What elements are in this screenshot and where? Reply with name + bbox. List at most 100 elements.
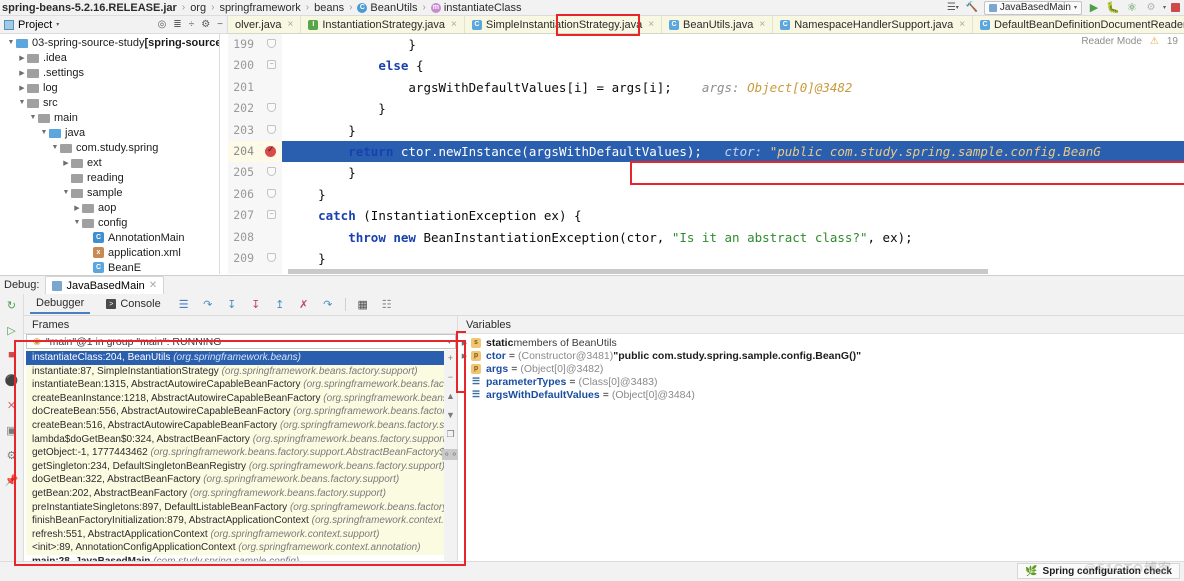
close-icon[interactable]: ×: [451, 19, 457, 30]
chevron-down-icon[interactable]: ▼: [61, 189, 71, 196]
gutter-marker[interactable]: [260, 119, 282, 141]
code-fold-icon[interactable]: [267, 124, 276, 134]
code-line-199[interactable]: 199 }: [228, 34, 1184, 56]
breakpoint-icon[interactable]: [265, 144, 276, 157]
tree-node-8[interactable]: ▶ ext: [0, 155, 219, 170]
chevron-down-icon[interactable]: ▼: [39, 129, 49, 136]
editor-tab-0[interactable]: olver.java ×: [228, 16, 302, 33]
up-icon[interactable]: ▲: [446, 391, 455, 401]
tab-debugger[interactable]: Debugger: [30, 295, 91, 314]
warning-icon[interactable]: ⚠: [1150, 36, 1159, 47]
variables-list[interactable]: ▶ s static members of BeanUtils ▶ p ctor = (Con…: [458, 334, 1184, 561]
breadcrumb-item-3[interactable]: beans: [314, 2, 344, 14]
variable-row-2[interactable]: p args = (Object[0]@3482): [458, 362, 1184, 375]
view-breakpoints-icon[interactable]: ▣: [5, 423, 19, 437]
frame-row-12[interactable]: finishBeanFactoryInitialization:879, Abs…: [26, 514, 456, 528]
split-icon[interactable]: ÷: [189, 19, 195, 30]
chevron-right-icon[interactable]: ▶: [17, 69, 27, 77]
code-editor[interactable]: Reader Mode ⚠ 19 199 } 200− else {201 arg…: [228, 34, 1184, 274]
code-line-201[interactable]: 201 argsWithDefaultValues[i] = args[i]; …: [228, 76, 1184, 99]
chevron-down-icon[interactable]: ▼: [6, 39, 16, 46]
frames-list[interactable]: instantiateClass:204, BeanUtils (org.spr…: [26, 350, 456, 561]
frame-row-13[interactable]: refresh:551, AbstractApplicationContext …: [26, 528, 456, 542]
chevron-right-icon[interactable]: ▶: [458, 339, 471, 347]
gutter-marker[interactable]: −: [260, 55, 282, 77]
code-fold-icon[interactable]: [267, 188, 276, 198]
variable-row-4[interactable]: ☰ argsWithDefaultValues = (Object[0]@3484): [458, 388, 1184, 401]
code-line-206[interactable]: 206 }: [228, 183, 1184, 206]
chevron-down-icon[interactable]: ▼: [17, 99, 27, 106]
chevron-down-icon[interactable]: ▾: [447, 338, 451, 346]
code-line-203[interactable]: 203 }: [228, 119, 1184, 141]
breadcrumb-item-2[interactable]: springframework: [219, 2, 300, 14]
project-tab[interactable]: Project ▾: [4, 19, 59, 31]
profile-icon[interactable]: ⚙: [1144, 1, 1158, 15]
tree-node-15[interactable]: C BeanE: [0, 260, 219, 274]
rerun-icon[interactable]: ↻: [5, 298, 19, 312]
debug-icon[interactable]: 🐛: [1106, 1, 1120, 15]
frame-row-4[interactable]: doCreateBean:556, AbstractAutowireCapabl…: [26, 405, 456, 419]
code-line-209[interactable]: 209 }: [228, 247, 1184, 270]
code-line-200[interactable]: 200− else {: [228, 55, 1184, 77]
show-execution-point-icon[interactable]: ☰: [177, 298, 191, 312]
code-line-204[interactable]: 204 return ctor.newInstance(argsWithDefa…: [228, 140, 1184, 163]
tree-node-5[interactable]: ▼ main: [0, 110, 219, 125]
frame-row-5[interactable]: createBean:516, AbstractAutowireCapableB…: [26, 419, 456, 433]
code-line-207[interactable]: 207− catch (InstantiationException ex) {: [228, 205, 1184, 227]
variable-row-3[interactable]: ☰ parameterTypes = (Class[0]@3483): [458, 375, 1184, 388]
gutter-marker[interactable]: [260, 183, 282, 206]
gutter-marker[interactable]: [260, 76, 282, 99]
coverage-icon[interactable]: ⚛: [1125, 1, 1139, 15]
code-line-205[interactable]: 205 }: [228, 162, 1184, 184]
glasses-icon[interactable]: ⚬⚬: [441, 449, 460, 460]
drop-frame-icon[interactable]: ✗: [297, 298, 311, 312]
editor-tab-5[interactable]: CDefaultBeanDefinitionDocumentReader.jav…: [973, 16, 1184, 33]
step-over-icon[interactable]: ↷: [201, 298, 215, 312]
close-icon[interactable]: ✕: [149, 280, 157, 291]
debug-session-toolbar[interactable]: ↻ ▷ ■ ⚫ ✕ ▣ ⚙ 📌: [0, 294, 24, 581]
pause-icon[interactable]: ■: [5, 348, 19, 362]
gutter-marker[interactable]: [260, 140, 282, 163]
tree-node-0[interactable]: ▼ 03-spring-source-study [spring-source-s…: [0, 35, 219, 50]
frame-row-0[interactable]: instantiateClass:204, BeanUtils (org.spr…: [26, 351, 456, 365]
close-icon[interactable]: ×: [648, 19, 654, 30]
frame-row-8[interactable]: getSingleton:234, DefaultSingletonBeanRe…: [26, 460, 456, 474]
tree-node-9[interactable]: reading: [0, 170, 219, 185]
resume-icon[interactable]: ▷: [5, 323, 19, 337]
profiler-icon[interactable]: ☰ ▾: [946, 1, 960, 15]
target-icon[interactable]: ◎: [158, 19, 167, 30]
tree-node-4[interactable]: ▼ src: [0, 95, 219, 110]
variable-row-0[interactable]: ▶ s static members of BeanUtils: [458, 336, 1184, 349]
tab-console[interactable]: > Console: [100, 296, 166, 313]
editor-tab-2[interactable]: C SimpleInstantiationStrategy.java ×: [464, 16, 663, 33]
breadcrumb-item-4[interactable]: C BeanUtils: [357, 2, 418, 14]
frame-row-2[interactable]: instantiateBean:1315, AbstractAutowireCa…: [26, 378, 456, 392]
step-out-icon[interactable]: ↥: [273, 298, 287, 312]
code-fold-icon[interactable]: −: [267, 210, 276, 220]
down-icon[interactable]: ▼: [446, 410, 455, 420]
chevron-down-icon[interactable]: ▼: [72, 219, 82, 226]
frame-row-3[interactable]: createBeanInstance:1218, AbstractAutowir…: [26, 392, 456, 406]
tree-node-14[interactable]: x application.xml: [0, 245, 219, 260]
chevron-right-icon[interactable]: ▶: [17, 84, 27, 92]
settings-icon[interactable]: ⚙: [5, 448, 19, 462]
tree-node-13[interactable]: C AnnotationMain: [0, 230, 219, 245]
run-to-cursor-icon[interactable]: ↷: [321, 298, 335, 312]
gutter-marker[interactable]: −: [260, 269, 282, 274]
collapse-icon[interactable]: ≣: [173, 19, 181, 30]
chevron-right-icon[interactable]: ▶: [17, 54, 27, 62]
thread-selector[interactable]: ◉ "main"@1 in group "main": RUNNING ▾: [26, 334, 456, 349]
code-line-208[interactable]: 208 throw new BeanInstantiationException…: [228, 226, 1184, 248]
code-fold-icon[interactable]: [267, 103, 276, 113]
stop-icon[interactable]: ⚫: [5, 373, 19, 387]
editor-tab-1[interactable]: I InstantiationStrategy.java ×: [301, 16, 465, 33]
chevron-right-icon[interactable]: ▶: [72, 204, 82, 212]
editor-tab-4[interactable]: C NamespaceHandlerSupport.java ×: [773, 16, 974, 33]
gear-icon[interactable]: ⚙: [201, 19, 210, 30]
hammer-icon[interactable]: 🔨: [965, 1, 979, 15]
tree-node-11[interactable]: ▶ aop: [0, 200, 219, 215]
frame-row-11[interactable]: preInstantiateSingletons:897, DefaultLis…: [26, 501, 456, 515]
breadcrumb-item-0[interactable]: spring-beans-5.2.16.RELEASE.jar: [2, 2, 177, 14]
tree-node-10[interactable]: ▼ sample: [0, 185, 219, 200]
frame-row-10[interactable]: getBean:202, AbstractBeanFactory (org.sp…: [26, 487, 456, 501]
